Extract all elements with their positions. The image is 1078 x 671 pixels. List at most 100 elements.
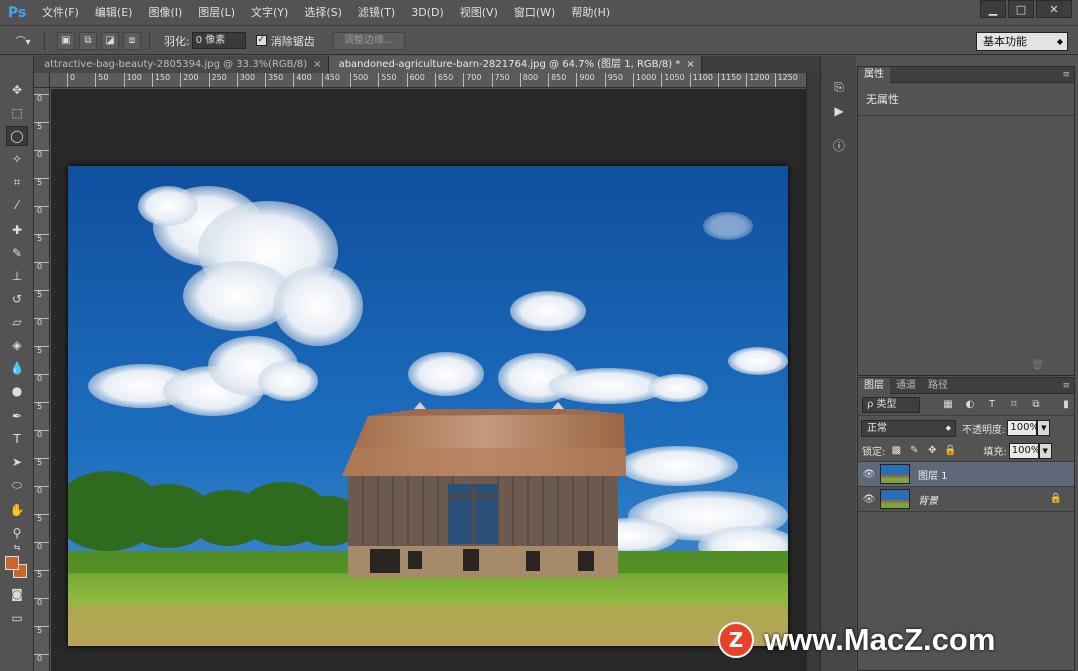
tab-layers[interactable]: 图层 <box>858 377 890 394</box>
menu-file[interactable]: 文件(F) <box>34 0 87 26</box>
lock-transparent-icon[interactable]: ▩ <box>889 444 903 458</box>
adjustment-filter-icon[interactable]: ◐ <box>962 397 978 413</box>
brush-tool-icon[interactable]: ✎ <box>6 243 28 263</box>
hand-tool-icon[interactable]: ✋ <box>6 500 28 520</box>
opacity-dropdown-icon[interactable]: ▼ <box>1037 420 1051 436</box>
workspace-select[interactable]: 基本功能 ◆ <box>976 32 1068 51</box>
eyedropper-tool-icon[interactable]: ⁄ <box>6 195 28 215</box>
ruler-tick-label: 250 <box>208 73 227 87</box>
menu-filter[interactable]: 滤镜(T) <box>350 0 403 26</box>
actions-play-icon[interactable]: ▶ <box>829 102 849 120</box>
tab-document-2[interactable]: abandoned-agriculture-barn-2821764.jpg @… <box>328 56 702 73</box>
zoom-tool-icon[interactable]: ⚲ <box>6 523 28 543</box>
menu-help[interactable]: 帮助(H) <box>563 0 618 26</box>
dodge-tool-icon[interactable]: ● <box>6 381 28 401</box>
tab-document-1[interactable]: attractive-bag-beauty-2805394.jpg @ 33.3… <box>34 56 329 73</box>
ruler-origin[interactable] <box>34 73 50 88</box>
type-tool-icon[interactable]: T <box>6 429 28 449</box>
menu-window[interactable]: 窗口(W) <box>506 0 563 26</box>
tab-paths[interactable]: 路径 <box>922 378 954 394</box>
ruler-tick-label: 1050 <box>661 73 685 87</box>
opacity-input[interactable]: 100% <box>1007 420 1039 436</box>
marquee-tool-icon[interactable]: ⬚ <box>6 103 28 123</box>
close-button[interactable]: ✕ <box>1036 0 1072 18</box>
history-panel-icon[interactable]: ⎘ <box>829 78 849 96</box>
pen-tool-icon[interactable]: ✒ <box>6 406 28 426</box>
tab-properties[interactable]: 属性 <box>858 66 890 83</box>
ruler-tick-label: 50 <box>95 73 108 87</box>
minimize-button[interactable]: ▁ <box>980 0 1006 18</box>
tab-channels[interactable]: 通道 <box>890 378 922 394</box>
lasso-preset-icon[interactable]: ⌒▾ <box>10 32 36 50</box>
feather-input[interactable]: 0 像素 <box>191 32 246 49</box>
new-selection-icon[interactable]: ▣ <box>57 31 75 50</box>
fill-dropdown-icon[interactable]: ▼ <box>1038 442 1052 459</box>
close-icon[interactable]: × <box>313 56 321 73</box>
foreground-color-swatch[interactable] <box>5 556 19 570</box>
horizontal-ruler[interactable]: 0 50 100 150 200 250 300 350 400 450 500 550 600 650 7… <box>50 73 806 88</box>
ruler-tick-label: 1150 <box>717 73 741 87</box>
blend-row: 正常 ◆ 不透明度: 100% ▼ <box>858 416 1074 440</box>
layer-thumbnail <box>880 489 910 509</box>
filter-toggle-icon[interactable]: ▮ <box>1058 397 1074 413</box>
quick-mask-icon[interactable]: ◙ <box>6 584 28 604</box>
divider <box>149 31 150 50</box>
vertical-scrollbar[interactable] <box>806 73 820 671</box>
lock-position-icon[interactable]: ✥ <box>925 444 939 458</box>
menu-image[interactable]: 图像(I) <box>140 0 190 26</box>
menu-layer[interactable]: 图层(L) <box>190 0 243 26</box>
info-icon[interactable]: ⓘ <box>829 136 849 154</box>
lasso-tool-icon[interactable]: ◯ <box>6 126 28 146</box>
layer-filter-select[interactable]: ρ 类型 <box>862 396 920 413</box>
panel-menu-icon[interactable]: ≡ <box>1062 378 1070 394</box>
fill-input[interactable]: 100% <box>1008 442 1040 459</box>
path-selection-tool-icon[interactable]: ➤ <box>6 452 28 472</box>
ruler-tick-label: 500 <box>350 73 368 87</box>
blend-mode-select[interactable]: 正常 ◆ <box>861 419 956 437</box>
move-tool-icon[interactable]: ✥ <box>6 80 28 100</box>
type-filter-icon[interactable]: T <box>984 397 1000 413</box>
clone-stamp-tool-icon[interactable]: ⊥ <box>6 266 28 286</box>
refine-edge-button[interactable]: 调整边缘... <box>332 31 405 50</box>
barn-photo[interactable] <box>68 166 788 646</box>
eye-icon[interactable]: 👁 <box>858 469 880 480</box>
maximize-button[interactable]: □ <box>1008 0 1034 18</box>
screen-mode-icon[interactable]: ▭ <box>6 608 28 628</box>
trash-icon[interactable]: 🗑 <box>1031 360 1044 371</box>
layer-row[interactable]: 👁 背景 🔒 <box>858 487 1074 512</box>
intersect-selection-icon[interactable]: ⧈ <box>123 31 141 50</box>
lock-all-icon[interactable]: 🔒 <box>943 444 957 458</box>
menu-view[interactable]: 视图(V) <box>452 0 506 26</box>
eraser-tool-icon[interactable]: ▱ <box>6 312 28 332</box>
lock-label: 锁定: <box>862 447 886 458</box>
chevron-updown-icon: ◆ <box>1056 37 1063 46</box>
ruler-tick-label: 850 <box>548 73 566 87</box>
ruler-tick-label: 0 <box>34 654 49 663</box>
vertical-ruler[interactable]: 0 5 0 5 0 5 0 5 0 5 0 5 0 5 0 5 0 5 0 5 0 <box>34 88 50 671</box>
smart-object-filter-icon[interactable]: ⧉ <box>1028 397 1044 413</box>
paint-bucket-tool-icon[interactable]: ◈ <box>6 335 28 355</box>
magic-wand-tool-icon[interactable]: ✧ <box>6 149 28 169</box>
healing-brush-tool-icon[interactable]: ✚ <box>6 220 28 240</box>
canvas-area[interactable] <box>51 89 806 671</box>
crop-tool-icon[interactable]: ⌗ <box>6 172 28 192</box>
layer-row[interactable]: 👁 图层 1 <box>858 462 1074 487</box>
lock-pixels-icon[interactable]: ✎ <box>907 444 921 458</box>
pixel-filter-icon[interactable]: ▦ <box>940 397 956 413</box>
blur-tool-icon[interactable]: 💧 <box>6 358 28 378</box>
swap-colors-icon[interactable]: ⇆ <box>6 541 28 553</box>
panel-menu-icon[interactable]: ≡ <box>1062 67 1070 83</box>
menu-edit[interactable]: 编辑(E) <box>87 0 141 26</box>
add-selection-icon[interactable]: ⧉ <box>79 31 97 50</box>
menu-type[interactable]: 文字(Y) <box>243 0 296 26</box>
antialias-checkbox[interactable]: ✓ <box>255 35 267 46</box>
shape-filter-icon[interactable]: ⌑ <box>1006 397 1022 413</box>
subtract-selection-icon[interactable]: ◪ <box>101 31 119 50</box>
menu-3d[interactable]: 3D(D) <box>403 0 452 26</box>
collapsed-panel-strip: ⎘ ▶ ⓘ <box>820 56 856 671</box>
close-icon[interactable]: × <box>686 56 694 73</box>
history-brush-tool-icon[interactable]: ↺ <box>6 289 28 309</box>
shape-tool-icon[interactable]: ⬭ <box>6 475 28 495</box>
eye-icon[interactable]: 👁 <box>858 494 880 505</box>
menu-select[interactable]: 选择(S) <box>296 0 350 26</box>
